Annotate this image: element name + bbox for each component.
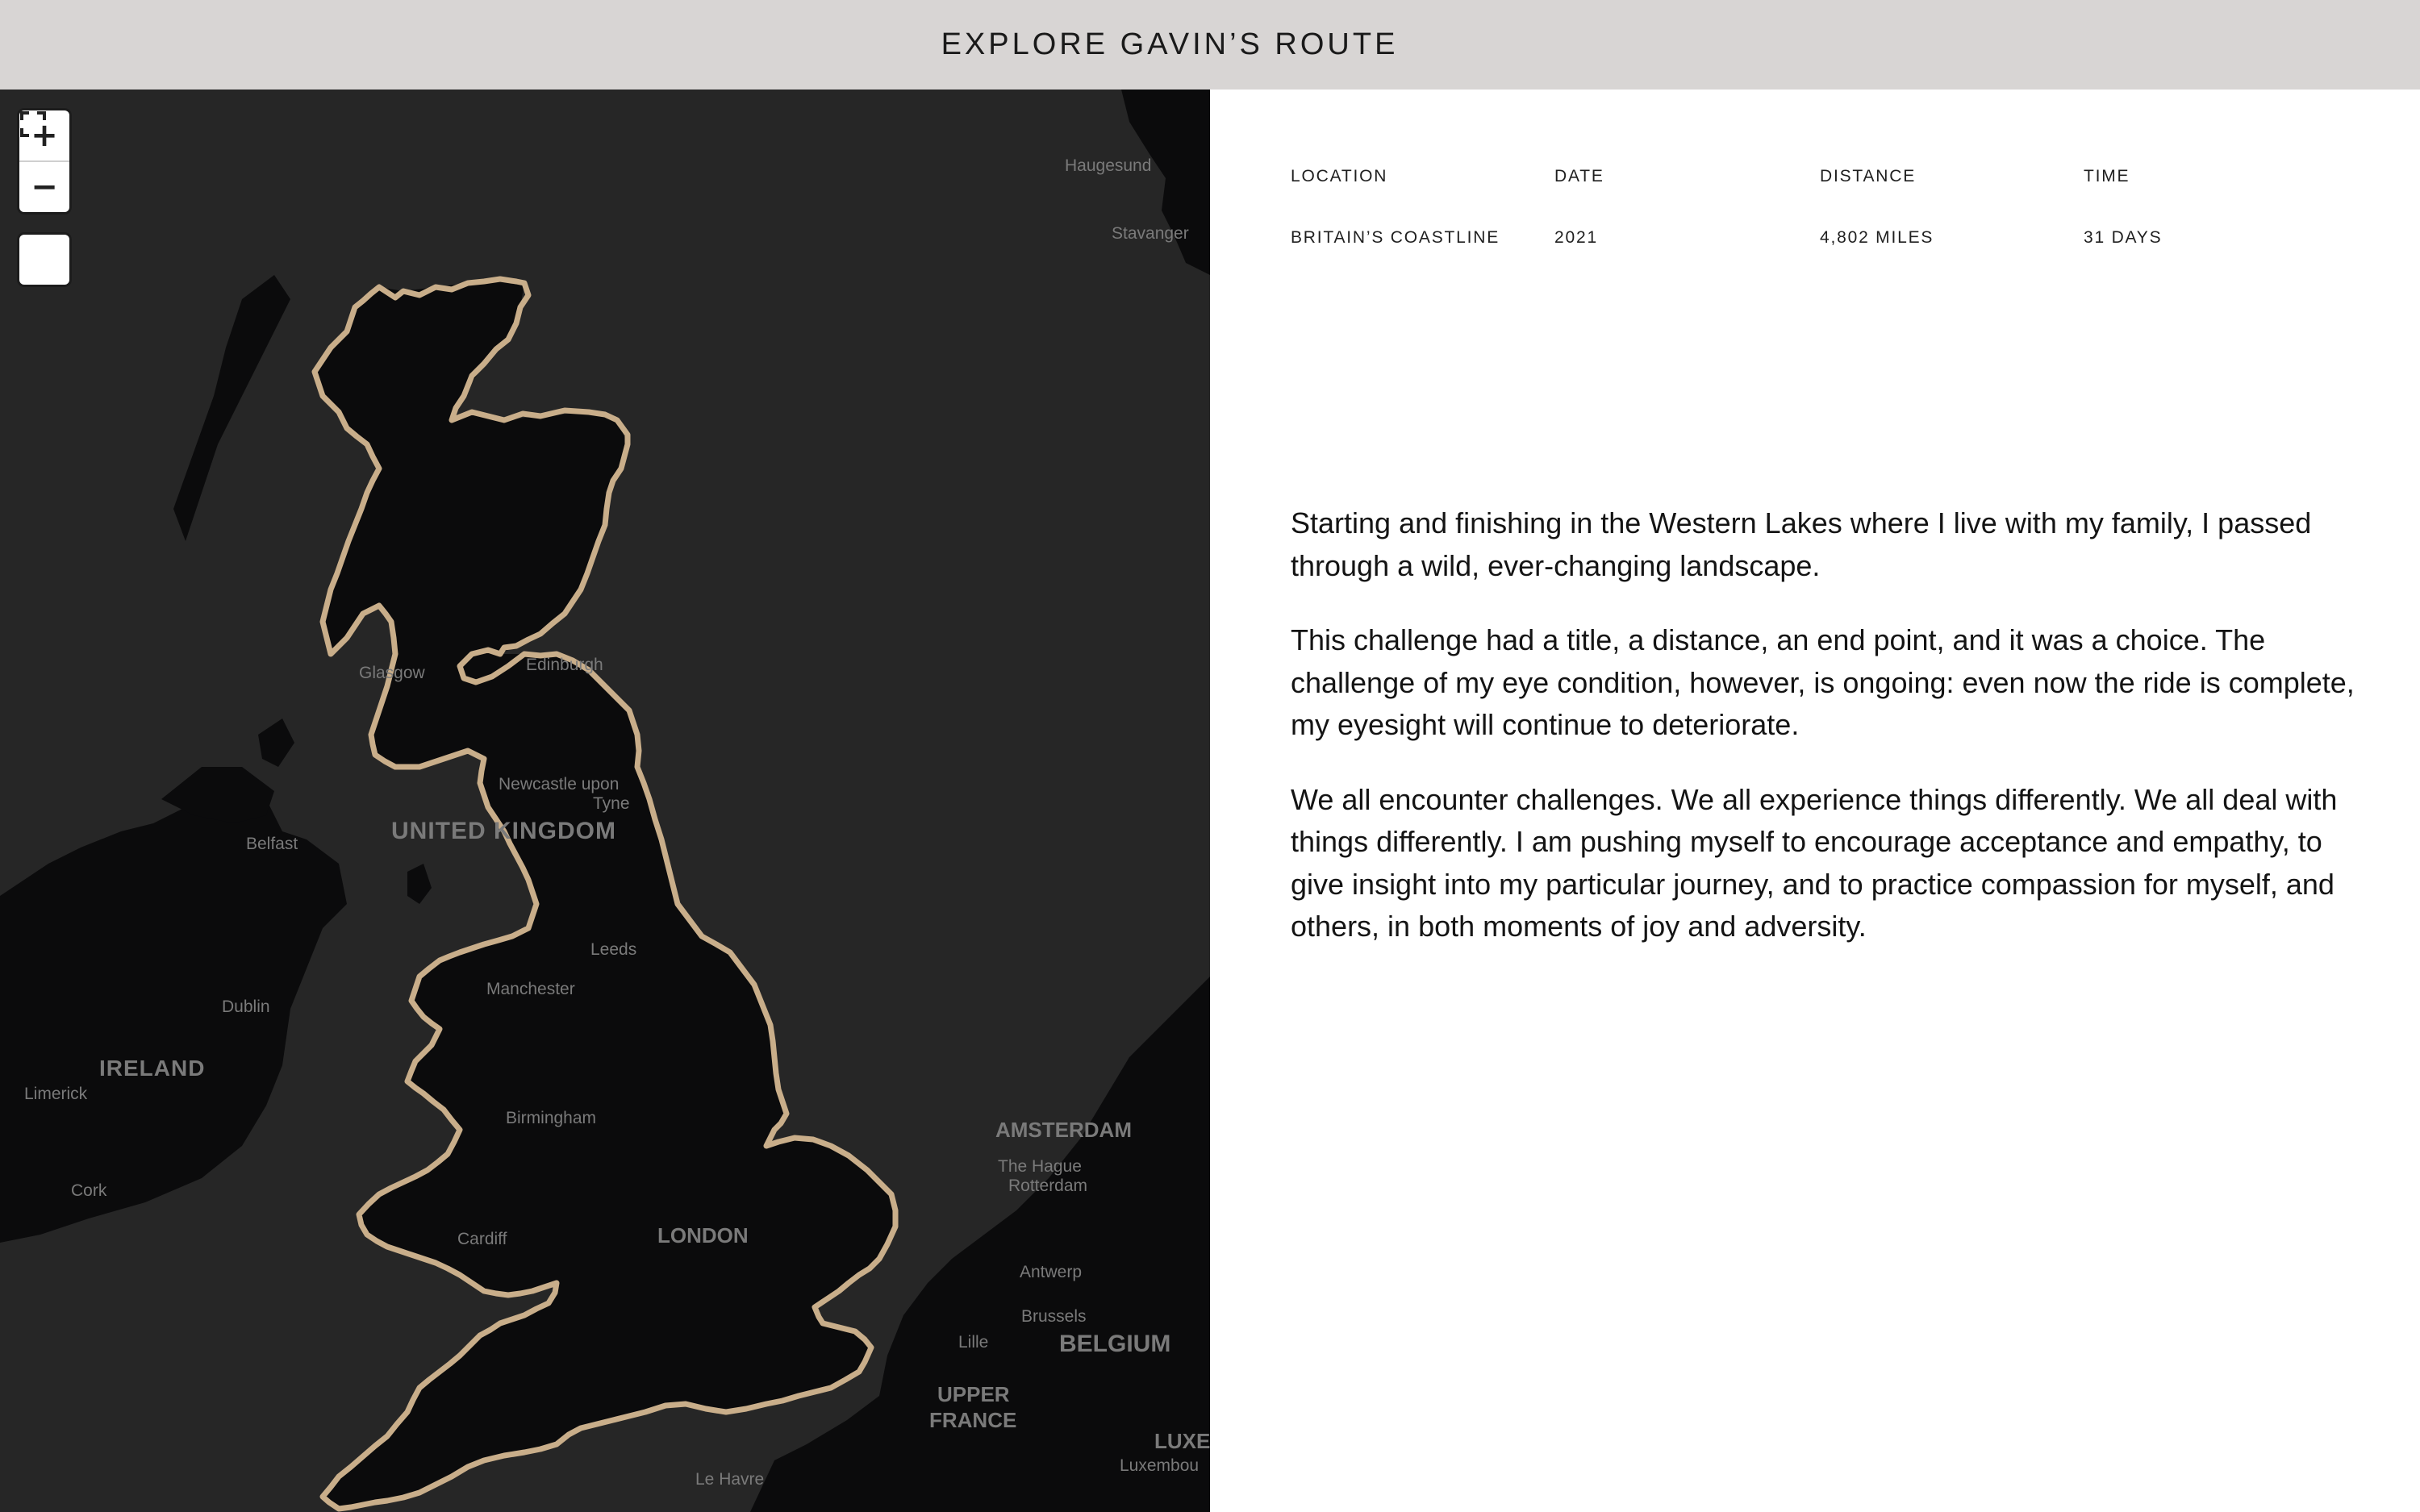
map-controls: + − xyxy=(19,110,69,285)
description-paragraph-2: This challenge had a title, a distance, … xyxy=(1291,623,2355,741)
map-label-upper-france-1: UPPER xyxy=(937,1382,1010,1406)
map-label-united-kingdom: UNITED KINGDOM xyxy=(391,818,616,844)
map-label-newcastle-1: Newcastle upon xyxy=(499,775,619,793)
great-britain-landmass xyxy=(315,279,895,1509)
map-label-the-hague: The Hague xyxy=(998,1157,1082,1176)
map-label-birmingham: Birmingham xyxy=(506,1109,596,1127)
map-label-amsterdam: AMSTERDAM xyxy=(995,1118,1132,1142)
map-label-lille: Lille xyxy=(958,1333,988,1352)
stat-location-label: LOCATION xyxy=(1291,167,1388,185)
stat-location: LOCATION BRITAIN’S COASTLINE xyxy=(1291,167,1533,248)
map-label-belgium: BELGIUM xyxy=(1059,1331,1170,1357)
map-label-cork: Cork xyxy=(71,1181,107,1200)
map-label-london: LONDON xyxy=(657,1223,749,1248)
map-label-le-havre: Le Havre xyxy=(695,1470,764,1489)
page-title: EXPLORE GAVIN’S ROUTE xyxy=(941,27,1399,61)
stat-date-value: 2021 xyxy=(1554,228,1598,247)
fullscreen-button[interactable] xyxy=(19,111,69,285)
map-label-ireland: IRELAND xyxy=(99,1056,205,1081)
map-label-rotterdam: Rotterdam xyxy=(1008,1177,1087,1195)
info-panel: LOCATION BRITAIN’S COASTLINE DATE 2021 D… xyxy=(1210,90,2420,1512)
stat-date-label: DATE xyxy=(1554,167,1604,185)
map-label-belfast: Belfast xyxy=(246,835,298,853)
stat-time: TIME 31 DAYS xyxy=(2084,167,2326,248)
stat-distance-label: DISTANCE xyxy=(1820,167,1917,185)
map-label-luxembou: Luxembou xyxy=(1120,1456,1199,1475)
map-label-cardiff: Cardiff xyxy=(457,1230,507,1248)
isle-of-man xyxy=(407,864,432,904)
map-label-upper-france-2: FRANCE xyxy=(929,1408,1016,1432)
map-label-leeds: Leeds xyxy=(590,940,636,959)
map-label-edinburgh: Edinburgh xyxy=(526,656,603,674)
islay-island xyxy=(258,719,294,767)
map-label-newcastle-2: Tyne xyxy=(593,794,630,813)
stat-location-value: BRITAIN’S COASTLINE xyxy=(1291,228,1500,247)
stat-distance-value: 4,802 MILES xyxy=(1820,228,1934,247)
map-canvas[interactable]: Haugesund Stavanger Glasgow Edinburgh Ne… xyxy=(0,90,1210,1512)
stat-time-label: TIME xyxy=(2084,167,2130,185)
description-paragraph-1: Starting and finishing in the Western La… xyxy=(1291,506,2312,582)
map-label-luxe: LUXE xyxy=(1154,1429,1210,1453)
description-paragraph-3: We all encounter challenges. We all expe… xyxy=(1291,782,2338,943)
map-label-haugesund: Haugesund xyxy=(1065,156,1151,175)
stat-time-value: 31 DAYS xyxy=(2084,228,2163,247)
stat-date: DATE 2021 xyxy=(1554,167,1796,248)
map-label-manchester: Manchester xyxy=(486,980,575,998)
map-label-brussels: Brussels xyxy=(1021,1307,1087,1326)
header-bar: EXPLORE GAVIN’S ROUTE xyxy=(0,0,2420,90)
map-label-glasgow: Glasgow xyxy=(359,664,426,682)
fullscreen-icon xyxy=(20,111,46,137)
norway-landmass xyxy=(1121,90,1210,275)
map-label-dublin: Dublin xyxy=(222,998,270,1016)
stat-distance: DISTANCE 4,802 MILES xyxy=(1820,167,2062,248)
route-description: Starting and finishing in the Western La… xyxy=(1291,502,2355,981)
map-label-limerick: Limerick xyxy=(24,1085,88,1103)
map-label-stavanger: Stavanger xyxy=(1112,224,1189,243)
zoom-out-button[interactable]: − xyxy=(19,160,69,212)
hebrides-islands xyxy=(173,275,290,541)
map-label-antwerp: Antwerp xyxy=(1020,1263,1082,1281)
route-map[interactable]: Haugesund Stavanger Glasgow Edinburgh Ne… xyxy=(0,90,1210,1512)
